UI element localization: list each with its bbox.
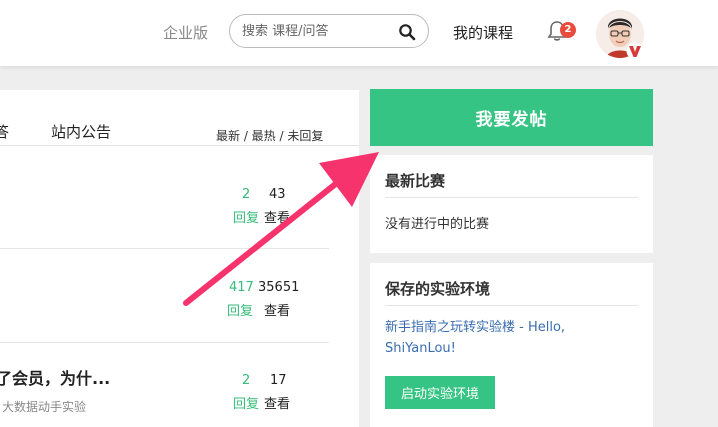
notification-badge: 2 bbox=[560, 22, 576, 38]
tab-announcements[interactable]: 站内公告 bbox=[51, 121, 111, 142]
my-courses-link[interactable]: 我的课程 bbox=[453, 22, 513, 43]
enterprise-link[interactable]: 企业版 bbox=[163, 22, 208, 43]
card-title: 保存的实验环境 bbox=[385, 280, 491, 298]
thread-row[interactable]: 2 43 回复 查看 bbox=[0, 146, 329, 249]
search-input[interactable] bbox=[242, 22, 392, 40]
thread-course[interactable]: 大数据动手实验 bbox=[2, 398, 86, 415]
view-label: 查看 bbox=[264, 211, 291, 226]
divider bbox=[385, 305, 638, 306]
reply-count: 2 bbox=[242, 373, 251, 388]
view-count: 35651 bbox=[258, 280, 300, 295]
sort-options[interactable]: 最新 / 最热 / 未回复 bbox=[216, 127, 323, 144]
reply-label: 回复 bbox=[233, 211, 260, 226]
latest-contest-card: 最新比赛 没有进行中的比赛 bbox=[370, 155, 653, 253]
forum-panel: 答 站内公告 最新 / 最热 / 未回复 2 43 回复 查看 417 3565… bbox=[0, 90, 359, 427]
saved-env-card: 保存的实验环境 新手指南之玩转实验楼 - Hello, ShiYanLou! 启… bbox=[370, 263, 653, 427]
reply-label: 回复 bbox=[227, 304, 254, 319]
launch-env-button[interactable]: 启动实验环境 bbox=[385, 376, 495, 409]
view-count: 17 bbox=[270, 373, 287, 388]
contest-status: 没有进行中的比赛 bbox=[385, 217, 490, 232]
divider bbox=[385, 197, 638, 198]
saved-env-link[interactable]: 新手指南之玩转实验楼 - Hello, ShiYanLou! bbox=[385, 317, 635, 359]
reply-count: 2 bbox=[242, 187, 251, 202]
forum-tabs: 答 站内公告 最新 / 最热 / 未回复 bbox=[0, 90, 359, 146]
search-icon[interactable] bbox=[398, 23, 416, 41]
thread-row[interactable]: 了会员，为什... 大数据动手实验 2 17 回复 查看 bbox=[0, 343, 329, 427]
top-navbar: 企业版 我的课程 2 bbox=[0, 0, 718, 66]
view-label: 查看 bbox=[264, 397, 291, 412]
view-count: 43 bbox=[269, 187, 286, 202]
new-post-button[interactable]: 我要发帖 bbox=[370, 89, 653, 146]
thread-row[interactable]: 417 35651 回复 查看 bbox=[0, 249, 329, 343]
reply-label: 回复 bbox=[233, 397, 260, 412]
tab-qa[interactable]: 答 bbox=[0, 121, 9, 142]
search-box[interactable] bbox=[229, 14, 429, 48]
thread-title[interactable]: 了会员，为什... bbox=[0, 365, 110, 389]
card-title: 最新比赛 bbox=[385, 172, 446, 190]
view-label: 查看 bbox=[264, 304, 291, 319]
reply-count: 417 bbox=[229, 280, 254, 295]
vip-icon bbox=[626, 42, 644, 60]
